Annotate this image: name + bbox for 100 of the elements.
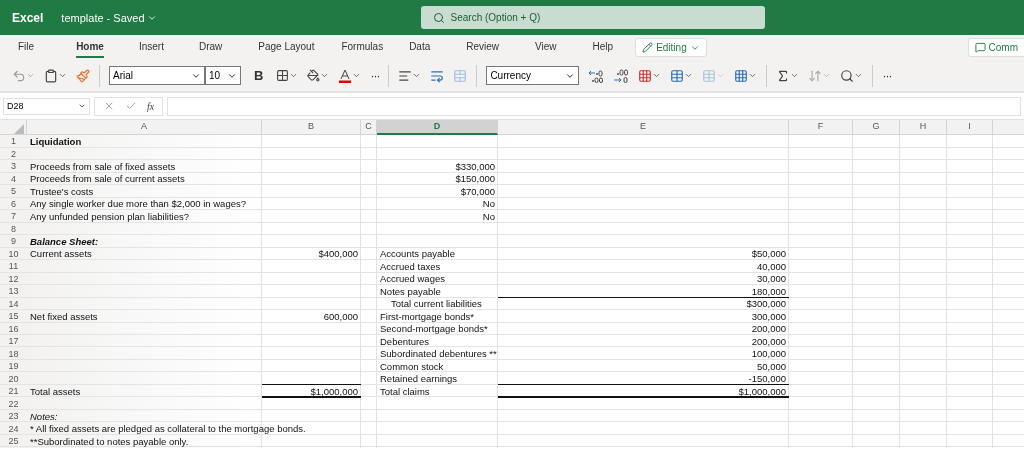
bold-button[interactable]: B — [254, 68, 264, 83]
ribbon-tab[interactable]: File — [18, 37, 35, 58]
cell-text: -150,000 — [748, 372, 786, 385]
ribbon-tab[interactable]: Formulas — [341, 37, 384, 58]
cell-text: Trustee's costs — [30, 185, 94, 198]
row-number[interactable]: 12 — [0, 272, 27, 285]
column-header[interactable]: B — [262, 120, 361, 135]
wrap-text-icon[interactable] — [430, 68, 445, 83]
cell-text: 30,000 — [756, 272, 786, 285]
row-number[interactable]: 6 — [0, 197, 27, 210]
column-header[interactable]: H — [900, 120, 947, 135]
cell-text: **Subordinated to notes payable only. — [30, 435, 189, 448]
column-header[interactable]: A — [27, 120, 262, 135]
row-number[interactable]: 1 — [0, 135, 27, 148]
column-header[interactable]: E — [498, 120, 789, 135]
cell-text: Accounts payable — [380, 247, 455, 260]
increase-decimal-icon[interactable] — [588, 68, 605, 83]
font-color-icon[interactable] — [338, 68, 362, 83]
cell-text: 200,000 — [751, 335, 786, 348]
sum-icon[interactable] — [776, 68, 800, 83]
align-icon[interactable] — [398, 68, 422, 83]
row-number[interactable]: 25 — [0, 435, 27, 448]
row-number[interactable]: 14 — [0, 297, 27, 310]
cell-text: Any unfunded pension plan liabilities? — [30, 210, 189, 223]
column-header[interactable]: I — [947, 120, 993, 135]
cell-text: 50,000 — [756, 360, 786, 373]
cell-text: Common stock — [380, 360, 444, 373]
font-size-dropdown[interactable]: 10 — [205, 66, 241, 85]
row-number[interactable]: 23 — [0, 410, 27, 423]
cell-text: $150,000 — [455, 172, 495, 185]
row-number[interactable]: 18 — [0, 347, 27, 360]
more-button[interactable]: ··· — [882, 68, 892, 83]
cell-text: Net fixed assets — [30, 310, 98, 323]
name-box[interactable]: D28 — [3, 97, 90, 115]
comments-button[interactable]: Comm — [967, 38, 1024, 57]
row-number[interactable]: 20 — [0, 372, 27, 385]
document-title[interactable]: template - Saved — [61, 11, 145, 24]
cell-text: * All fixed assets are pledged as collateral to the mortgage bonds. — [30, 422, 306, 435]
editing-button[interactable]: Editing — [635, 38, 707, 57]
column-header[interactable]: G — [853, 120, 900, 135]
cell-text: Balance Sheet: — [30, 235, 99, 248]
cell-text: $70,000 — [460, 185, 495, 198]
ribbon-tab[interactable]: Home — [76, 37, 104, 58]
cell-text: $50,000 — [751, 247, 786, 260]
row-number[interactable]: 13 — [0, 285, 27, 298]
row-number[interactable]: 15 — [0, 310, 27, 323]
paste-icon[interactable] — [44, 68, 67, 83]
search-icon[interactable] — [840, 68, 864, 83]
cell-text: $330,000 — [455, 160, 495, 173]
fill-color-icon[interactable] — [307, 69, 330, 82]
ribbon-tab[interactable]: Review — [466, 37, 500, 58]
number-format-dropdown[interactable]: Currency — [486, 66, 580, 85]
ribbon-tab[interactable]: Page Layout — [258, 37, 315, 58]
borders-icon[interactable] — [276, 69, 299, 82]
cell-text: Total claims — [380, 385, 430, 398]
format-as-table-icon[interactable] — [670, 68, 694, 83]
cell-text: Total current liabilities — [391, 297, 482, 310]
insert-cells-icon[interactable] — [734, 68, 758, 83]
row-number[interactable]: 19 — [0, 360, 27, 373]
cell-styles-icon[interactable] — [702, 68, 726, 83]
row-number[interactable]: 2 — [0, 147, 27, 160]
column-header[interactable]: F — [789, 120, 853, 135]
ribbon-tab[interactable]: Help — [592, 37, 614, 58]
pencil-icon — [642, 42, 654, 53]
cell-text: 100,000 — [751, 347, 786, 360]
check-icon[interactable] — [125, 100, 137, 112]
row-number[interactable]: 24 — [0, 422, 27, 435]
ribbon-tab[interactable]: View — [535, 37, 557, 58]
cell-text: Accrued wages — [380, 272, 445, 285]
app-name: Excel — [12, 10, 44, 25]
row-number[interactable]: 3 — [0, 160, 27, 173]
format-painter-icon[interactable] — [76, 68, 90, 83]
ribbon-tab[interactable]: Insert — [138, 37, 164, 58]
row-number[interactable]: 8 — [0, 222, 27, 235]
column-header[interactable]: D — [377, 120, 498, 135]
close-icon[interactable] — [103, 100, 115, 112]
row-number[interactable]: 17 — [0, 335, 27, 348]
cell-text: Second-mortgage bonds* — [380, 322, 488, 335]
more-button[interactable]: ··· — [370, 68, 380, 83]
row-number[interactable]: 4 — [0, 172, 27, 185]
row-number[interactable]: 5 — [0, 185, 27, 198]
row-number[interactable]: 11 — [0, 260, 27, 273]
function-button[interactable]: fx — [147, 100, 155, 112]
cell-text: Accrued taxes — [380, 260, 441, 273]
row-number[interactable]: 22 — [0, 397, 27, 410]
search-field[interactable]: Search (Option + Q) — [420, 6, 765, 29]
decrease-decimal-icon[interactable] — [613, 68, 630, 83]
cell-text: No — [482, 197, 495, 210]
undo-icon[interactable] — [12, 68, 35, 83]
row-number[interactable]: 21 — [0, 385, 27, 398]
ribbon-tab[interactable]: Data — [409, 37, 431, 58]
row-number[interactable]: 10 — [0, 247, 27, 260]
font-dropdown[interactable]: Arial — [109, 66, 205, 85]
formula-input[interactable] — [167, 96, 1021, 116]
row-number[interactable]: 9 — [0, 235, 27, 248]
row-number[interactable]: 16 — [0, 322, 27, 335]
conditional-formatting-icon[interactable] — [638, 68, 662, 83]
cell-text: 40,000 — [756, 260, 786, 273]
ribbon-tab[interactable]: Draw — [198, 37, 223, 58]
row-number[interactable]: 7 — [0, 210, 27, 223]
